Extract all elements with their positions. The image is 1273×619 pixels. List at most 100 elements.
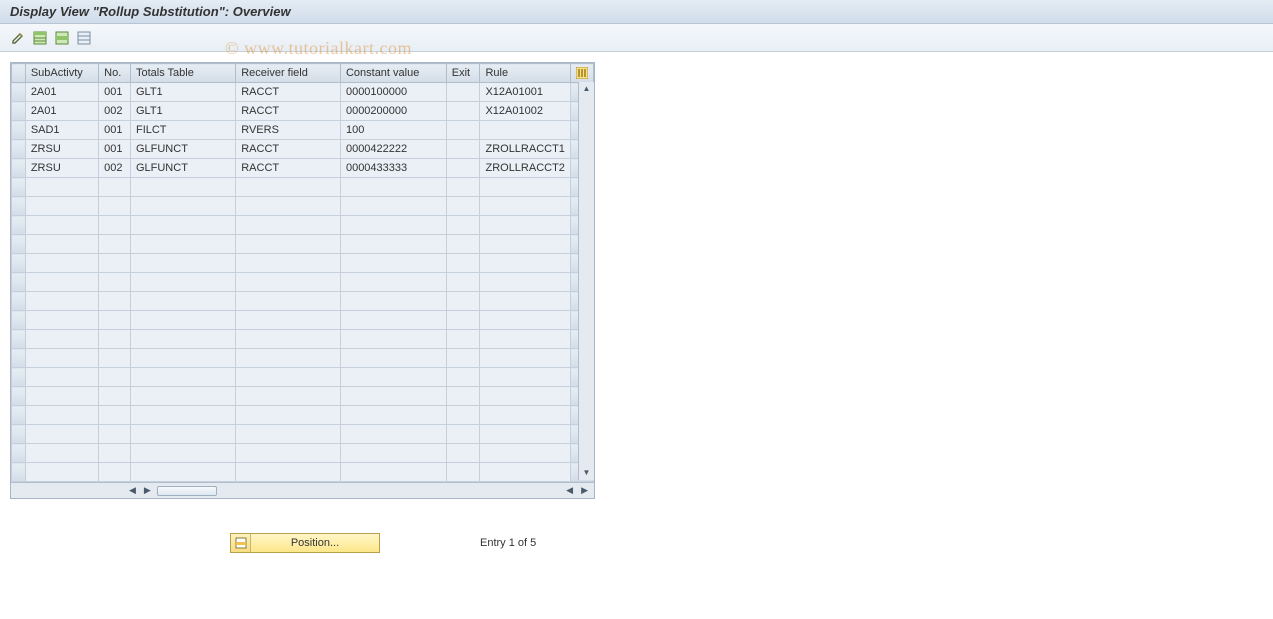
table-cell[interactable] bbox=[340, 425, 446, 444]
table-cell[interactable] bbox=[99, 349, 131, 368]
table-cell[interactable] bbox=[130, 235, 235, 254]
table-cell[interactable] bbox=[99, 463, 131, 482]
row-selector[interactable] bbox=[12, 178, 26, 197]
table-cell[interactable] bbox=[130, 311, 235, 330]
table-cell[interactable]: RACCT bbox=[236, 83, 341, 102]
row-selector[interactable] bbox=[12, 292, 26, 311]
col-constant-value[interactable]: Constant value bbox=[340, 64, 446, 83]
table-cell[interactable]: 0000200000 bbox=[340, 102, 446, 121]
table-cell[interactable] bbox=[130, 406, 235, 425]
table-cell[interactable] bbox=[480, 216, 570, 235]
table-cell[interactable] bbox=[236, 216, 341, 235]
row-selector[interactable] bbox=[12, 425, 26, 444]
row-selector[interactable] bbox=[12, 368, 26, 387]
scroll-left-icon[interactable]: ◀ bbox=[127, 485, 138, 496]
table-cell[interactable] bbox=[236, 330, 341, 349]
table-cell[interactable]: RACCT bbox=[236, 102, 341, 121]
table-cell[interactable] bbox=[25, 349, 98, 368]
hscroll-thumb[interactable] bbox=[157, 486, 217, 496]
col-receiver-field[interactable]: Receiver field bbox=[236, 64, 341, 83]
table-cell[interactable] bbox=[25, 444, 98, 463]
table-cell[interactable] bbox=[446, 121, 480, 140]
vertical-scrollbar[interactable]: ▲ ▼ bbox=[578, 82, 594, 480]
row-selector[interactable] bbox=[12, 311, 26, 330]
row-selector[interactable] bbox=[12, 444, 26, 463]
table-cell[interactable] bbox=[340, 292, 446, 311]
table-cell[interactable] bbox=[340, 254, 446, 273]
table-cell[interactable] bbox=[236, 178, 341, 197]
table-cell[interactable] bbox=[480, 235, 570, 254]
table-cell[interactable] bbox=[25, 178, 98, 197]
table-cell[interactable] bbox=[99, 292, 131, 311]
table-cell[interactable] bbox=[25, 463, 98, 482]
table-cell[interactable] bbox=[446, 444, 480, 463]
row-selector[interactable] bbox=[12, 83, 26, 102]
table-cell[interactable] bbox=[446, 368, 480, 387]
table-cell[interactable] bbox=[236, 273, 341, 292]
table-cell[interactable]: 002 bbox=[99, 159, 131, 178]
table-cell[interactable] bbox=[480, 425, 570, 444]
row-selector[interactable] bbox=[12, 159, 26, 178]
table-cell[interactable] bbox=[25, 368, 98, 387]
row-selector[interactable] bbox=[12, 254, 26, 273]
table-cell[interactable] bbox=[446, 235, 480, 254]
table-cell[interactable]: GLT1 bbox=[130, 102, 235, 121]
table-cell[interactable] bbox=[236, 311, 341, 330]
row-selector[interactable] bbox=[12, 140, 26, 159]
table-cell[interactable] bbox=[480, 444, 570, 463]
table-cell[interactable] bbox=[25, 273, 98, 292]
table-cell[interactable] bbox=[99, 387, 131, 406]
table-cell[interactable] bbox=[25, 197, 98, 216]
table-cell[interactable]: 002 bbox=[99, 102, 131, 121]
table-cell[interactable] bbox=[130, 349, 235, 368]
table-cell[interactable] bbox=[236, 254, 341, 273]
table-cell[interactable] bbox=[236, 406, 341, 425]
select-all-button[interactable] bbox=[32, 30, 48, 46]
table-cell[interactable] bbox=[446, 178, 480, 197]
table-cell[interactable] bbox=[480, 368, 570, 387]
row-selector[interactable] bbox=[12, 406, 26, 425]
row-selector[interactable] bbox=[12, 216, 26, 235]
table-cell[interactable]: RACCT bbox=[236, 159, 341, 178]
table-cell[interactable] bbox=[99, 368, 131, 387]
table-cell[interactable] bbox=[340, 406, 446, 425]
scroll-up-icon[interactable]: ▲ bbox=[583, 84, 591, 94]
table-cell[interactable] bbox=[236, 444, 341, 463]
table-cell[interactable] bbox=[99, 254, 131, 273]
row-selector[interactable] bbox=[12, 463, 26, 482]
table-cell[interactable] bbox=[480, 463, 570, 482]
table-cell[interactable] bbox=[236, 292, 341, 311]
table-cell[interactable]: RACCT bbox=[236, 140, 341, 159]
position-button[interactable]: Position... bbox=[230, 533, 380, 553]
table-cell[interactable]: GLFUNCT bbox=[130, 159, 235, 178]
table-cell[interactable]: 0000433333 bbox=[340, 159, 446, 178]
table-cell[interactable] bbox=[340, 235, 446, 254]
table-cell[interactable] bbox=[99, 406, 131, 425]
row-selector[interactable] bbox=[12, 330, 26, 349]
table-cell[interactable] bbox=[25, 330, 98, 349]
table-cell[interactable] bbox=[130, 273, 235, 292]
table-cell[interactable] bbox=[446, 425, 480, 444]
table-cell[interactable] bbox=[480, 273, 570, 292]
table-cell[interactable]: 0000100000 bbox=[340, 83, 446, 102]
deselect-all-button[interactable] bbox=[76, 30, 92, 46]
table-cell[interactable] bbox=[340, 387, 446, 406]
display-change-button[interactable] bbox=[10, 30, 26, 46]
table-cell[interactable] bbox=[446, 387, 480, 406]
table-cell[interactable] bbox=[99, 330, 131, 349]
table-cell[interactable] bbox=[480, 292, 570, 311]
table-cell[interactable] bbox=[340, 273, 446, 292]
table-cell[interactable] bbox=[130, 330, 235, 349]
table-cell[interactable] bbox=[340, 368, 446, 387]
table-cell[interactable] bbox=[340, 444, 446, 463]
row-selector[interactable] bbox=[12, 121, 26, 140]
table-cell[interactable] bbox=[130, 292, 235, 311]
col-no[interactable]: No. bbox=[99, 64, 131, 83]
table-cell[interactable] bbox=[480, 197, 570, 216]
table-cell[interactable]: ZRSU bbox=[25, 159, 98, 178]
table-cell[interactable] bbox=[340, 216, 446, 235]
table-cell[interactable] bbox=[446, 311, 480, 330]
configure-columns-button[interactable] bbox=[570, 64, 593, 83]
table-cell[interactable] bbox=[446, 159, 480, 178]
table-cell[interactable] bbox=[99, 178, 131, 197]
